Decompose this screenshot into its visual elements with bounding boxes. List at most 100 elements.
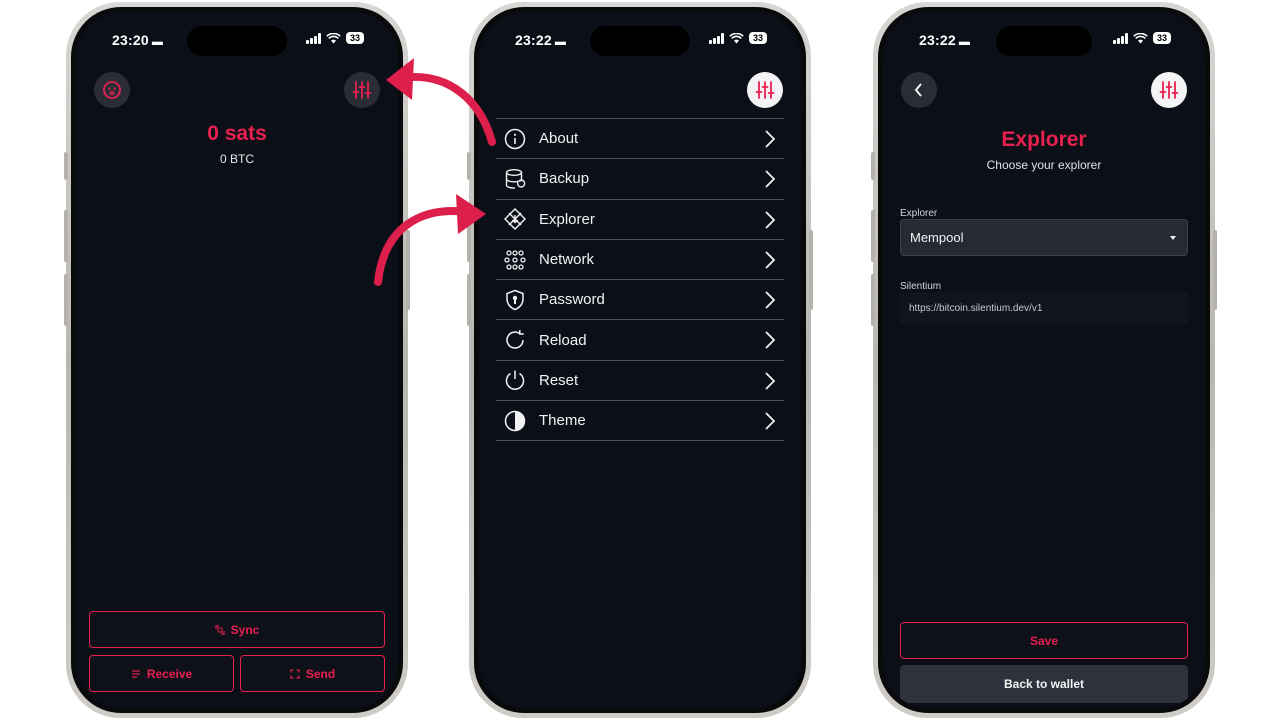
back-to-wallet-label: Back to wallet bbox=[1003, 677, 1085, 691]
menu-item-network[interactable]: Network bbox=[496, 240, 784, 281]
side-button bbox=[64, 210, 68, 262]
sliders-icon bbox=[755, 81, 775, 99]
battery-icon: 33 bbox=[345, 32, 364, 44]
scan-icon bbox=[290, 668, 300, 679]
settings-menu: About Backup Explorer Network Password R… bbox=[496, 118, 784, 442]
screen: 23:22 ▬ 33 Explorer Choose your explorer … bbox=[883, 12, 1205, 708]
chevron-right-icon bbox=[765, 130, 776, 148]
balance-sats: 0 sats bbox=[207, 122, 267, 145]
status-time: 23:22 bbox=[919, 32, 956, 48]
shield-lock-icon bbox=[503, 288, 527, 312]
menu-item-label: Reset bbox=[539, 371, 579, 389]
side-button bbox=[467, 152, 471, 180]
page-title: Explorer bbox=[1001, 128, 1087, 151]
balance-btc: 0 BTC bbox=[219, 152, 254, 166]
avatar-button[interactable] bbox=[94, 72, 130, 108]
chevron-right-icon bbox=[765, 372, 776, 390]
menu-item-label: Reload bbox=[539, 331, 587, 349]
silentium-url-input[interactable]: https://bitcoin.silentium.dev/v1 bbox=[900, 292, 1188, 325]
database-icon bbox=[503, 167, 527, 191]
info-icon bbox=[503, 127, 527, 151]
menu-item-label: About bbox=[539, 130, 579, 148]
send-label: Send bbox=[305, 666, 336, 681]
theme-icon bbox=[503, 409, 527, 433]
menu-item-theme[interactable]: Theme bbox=[496, 401, 784, 442]
status-bar: 23:22 ▬ 33 bbox=[883, 30, 1205, 50]
network-icon bbox=[503, 248, 527, 272]
battery-icon: 33 bbox=[748, 32, 767, 44]
explorer-label: Explorer bbox=[900, 208, 938, 219]
side-button bbox=[64, 274, 68, 326]
sleep-icon: ▬ bbox=[151, 36, 164, 48]
screen: 23:20 ▬ 33 0 sats 0 BTC Sync Receive Sen… bbox=[76, 12, 398, 708]
side-button bbox=[871, 210, 875, 262]
settings-button[interactable] bbox=[1151, 72, 1187, 108]
status-time: 23:22 bbox=[515, 32, 552, 48]
sliders-icon bbox=[352, 81, 372, 99]
page-subtitle: Choose your explorer bbox=[986, 158, 1102, 172]
explorer-select[interactable]: Mempool bbox=[900, 219, 1188, 256]
status-bar: 23:20 ▬ 33 bbox=[76, 30, 398, 50]
wifi-icon bbox=[326, 32, 341, 43]
save-label: Save bbox=[1029, 633, 1059, 648]
side-button bbox=[809, 230, 813, 310]
side-button bbox=[467, 274, 471, 326]
menu-item-password[interactable]: Password bbox=[496, 280, 784, 321]
wifi-icon bbox=[1133, 32, 1148, 43]
receive-button[interactable]: Receive bbox=[89, 655, 234, 692]
status-bar: 23:22 ▬ 33 bbox=[479, 30, 801, 50]
cellular-signal-icon bbox=[1112, 32, 1128, 44]
menu-item-reset[interactable]: Reset bbox=[496, 361, 784, 402]
explorer-icon bbox=[503, 207, 527, 231]
save-button[interactable]: Save bbox=[900, 622, 1188, 659]
status-time: 23:20 bbox=[112, 32, 149, 48]
settings-button[interactable] bbox=[747, 72, 783, 108]
menu-item-reload[interactable]: Reload bbox=[496, 320, 784, 361]
reload-icon bbox=[503, 328, 527, 352]
side-button bbox=[1213, 230, 1217, 310]
side-button bbox=[64, 152, 68, 180]
menu-item-label: Explorer bbox=[539, 210, 595, 228]
chevron-right-icon bbox=[765, 170, 776, 188]
screen: 23:22 ▬ 33 About Backup Explorer Network… bbox=[479, 12, 801, 708]
send-button[interactable]: Send bbox=[240, 655, 385, 692]
menu-item-label: Password bbox=[539, 291, 605, 309]
power-icon bbox=[503, 368, 527, 392]
back-to-wallet-button[interactable]: Back to wallet bbox=[900, 665, 1188, 703]
side-button bbox=[871, 152, 875, 180]
silentium-url-value: https://bitcoin.silentium.dev/v1 bbox=[909, 303, 1043, 314]
caret-down-icon bbox=[1170, 236, 1176, 240]
phone-settings-menu: 23:22 ▬ 33 About Backup Explorer Network… bbox=[467, 2, 813, 718]
explorer-select-value: Mempool bbox=[910, 230, 964, 245]
face-icon bbox=[103, 81, 121, 99]
menu-item-explorer[interactable]: Explorer bbox=[496, 200, 784, 240]
cellular-signal-icon bbox=[305, 32, 321, 44]
receive-label: Receive bbox=[146, 666, 193, 681]
sleep-icon: ▬ bbox=[958, 36, 971, 48]
side-button bbox=[406, 230, 410, 310]
cellular-signal-icon bbox=[708, 32, 724, 44]
wifi-icon bbox=[729, 32, 744, 43]
sync-icon bbox=[215, 624, 225, 635]
chevron-right-icon bbox=[765, 331, 776, 350]
menu-item-backup[interactable]: Backup bbox=[496, 159, 784, 200]
silentium-label: Silentium bbox=[900, 281, 942, 292]
menu-item-label: Backup bbox=[539, 170, 590, 188]
chevron-right-icon bbox=[765, 251, 776, 269]
menu-item-label: Network bbox=[539, 251, 595, 269]
phone-wallet: 23:20 ▬ 33 0 sats 0 BTC Sync Receive Sen… bbox=[64, 2, 410, 718]
menu-item-about[interactable]: About bbox=[496, 119, 784, 160]
sync-button[interactable]: Sync bbox=[89, 611, 385, 648]
chevron-left-icon bbox=[914, 83, 922, 97]
chevron-right-icon bbox=[765, 210, 776, 229]
sleep-icon: ▬ bbox=[554, 36, 567, 48]
sync-label: Sync bbox=[230, 622, 260, 637]
back-button[interactable] bbox=[901, 72, 937, 108]
side-button bbox=[467, 210, 471, 262]
phone-explorer-settings: 23:22 ▬ 33 Explorer Choose your explorer … bbox=[871, 2, 1217, 718]
chevron-right-icon bbox=[765, 291, 776, 309]
side-button bbox=[871, 274, 875, 326]
receive-icon bbox=[131, 669, 140, 678]
battery-icon: 33 bbox=[1152, 32, 1171, 44]
settings-button[interactable] bbox=[344, 72, 380, 108]
